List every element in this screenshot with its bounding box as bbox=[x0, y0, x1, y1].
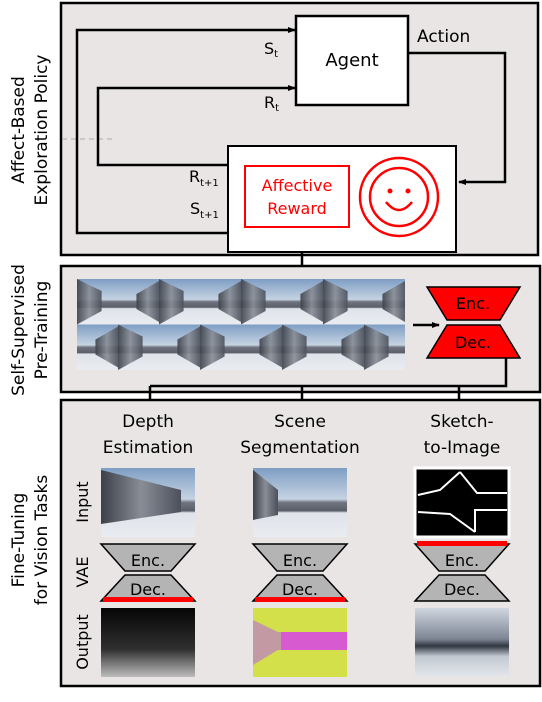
vae-dec-label: Dec. bbox=[444, 580, 480, 599]
vae-dec-label: Dec. bbox=[130, 580, 166, 599]
task-title-1: Sketch- bbox=[430, 412, 493, 432]
finetuning-label-2: for Vision Tasks bbox=[32, 475, 52, 606]
finetuning-label-1: Fine-Tuning bbox=[9, 493, 29, 588]
vae-enc-label: Enc. bbox=[131, 551, 165, 570]
task-column: Scene Segmentation Enc. Dec. bbox=[240, 412, 360, 677]
frame-grid bbox=[77, 279, 405, 370]
task-title-2: Estimation bbox=[103, 438, 194, 458]
action-label: Action bbox=[417, 27, 470, 47]
figure: Agent Action St Rt Rt+1 St+1 Affective R… bbox=[0, 0, 542, 702]
vae-dec-label: Dec. bbox=[282, 580, 318, 599]
finetuned-encoder-bar bbox=[417, 541, 507, 546]
vae-enc-label: Enc. bbox=[283, 551, 317, 570]
reward-box bbox=[227, 145, 457, 253]
finetuned-decoder-bar bbox=[255, 597, 345, 602]
task-title-1: Depth bbox=[122, 412, 174, 432]
pretraining-label-1: Self-Supervised bbox=[9, 264, 29, 396]
segment-region bbox=[281, 632, 347, 650]
row-label-vae: VAE bbox=[73, 557, 92, 588]
policy-label-2: Exploration Policy bbox=[32, 55, 52, 206]
task-title-2: Segmentation bbox=[240, 438, 359, 458]
row-label-output: Output bbox=[73, 614, 92, 670]
pretraining-label-2: Pre-Training bbox=[32, 281, 52, 380]
vae-enc-label: Enc. bbox=[445, 551, 479, 570]
task-title-2: to-Image bbox=[424, 438, 501, 458]
diagram: Agent Action St Rt Rt+1 St+1 Affective R… bbox=[9, 1, 542, 688]
policy-label-1: Affect-Based bbox=[9, 76, 29, 184]
depth-output-image bbox=[101, 608, 195, 677]
task-column: Depth Estimation Enc. Dec. bbox=[99, 412, 197, 677]
agent-label: Agent bbox=[325, 50, 378, 71]
finetuned-decoder-bar bbox=[103, 597, 193, 602]
task-title-1: Scene bbox=[274, 412, 326, 432]
sketch-input-image bbox=[413, 466, 511, 539]
affective-label-2: Reward bbox=[267, 199, 327, 218]
pretrain-dec-label: Dec. bbox=[455, 333, 491, 352]
affective-label-1: Affective bbox=[262, 176, 333, 195]
sketch-output-image bbox=[415, 608, 509, 677]
task-column: Sketch-to-Image Enc. Dec. bbox=[413, 412, 511, 677]
row-label-input: Input bbox=[73, 481, 92, 522]
pretrain-enc-label: Enc. bbox=[456, 294, 490, 313]
